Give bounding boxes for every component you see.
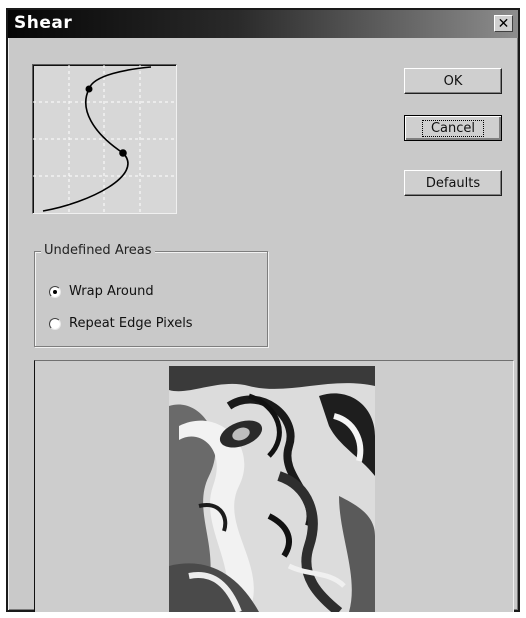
radio-wrap-around[interactable]: Wrap Around <box>49 284 154 299</box>
dialog-title: Shear <box>14 13 73 33</box>
close-icon: ✕ <box>497 15 510 32</box>
radio-repeat-edge-pixels[interactable]: Repeat Edge Pixels <box>49 316 193 331</box>
shear-curve-graph[interactable] <box>33 65 176 213</box>
ok-button[interactable]: OK <box>404 68 502 94</box>
curve-control-point-2[interactable] <box>119 149 127 157</box>
radio-button-checked[interactable] <box>49 285 61 298</box>
curve-control-point-1[interactable] <box>85 85 93 93</box>
title-bar[interactable]: Shear ✕ <box>8 10 518 38</box>
radio-repeat-edge-pixels-label: Repeat Edge Pixels <box>69 316 193 331</box>
close-button[interactable]: ✕ <box>494 15 513 32</box>
preview-image-art <box>169 366 375 612</box>
radio-button-unchecked[interactable] <box>49 317 61 330</box>
radio-wrap-around-label: Wrap Around <box>69 284 154 299</box>
shear-curve-editor[interactable] <box>32 64 177 214</box>
defaults-button-label: Defaults <box>425 175 481 191</box>
cancel-button[interactable]: Cancel <box>404 115 502 141</box>
undefined-areas-group: Undefined Areas Wrap Around Repeat Edge … <box>34 243 268 347</box>
cancel-button-label: Cancel <box>421 119 485 137</box>
undefined-areas-legend: Undefined Areas <box>41 243 155 259</box>
distorted-face-preview[interactable] <box>169 366 375 612</box>
ok-button-label: OK <box>443 73 463 89</box>
defaults-button[interactable]: Defaults <box>404 170 502 196</box>
preview-frame[interactable] <box>34 360 514 612</box>
shear-dialog: Shear ✕ OK Cancel Defaults Undefined Are… <box>6 8 520 612</box>
